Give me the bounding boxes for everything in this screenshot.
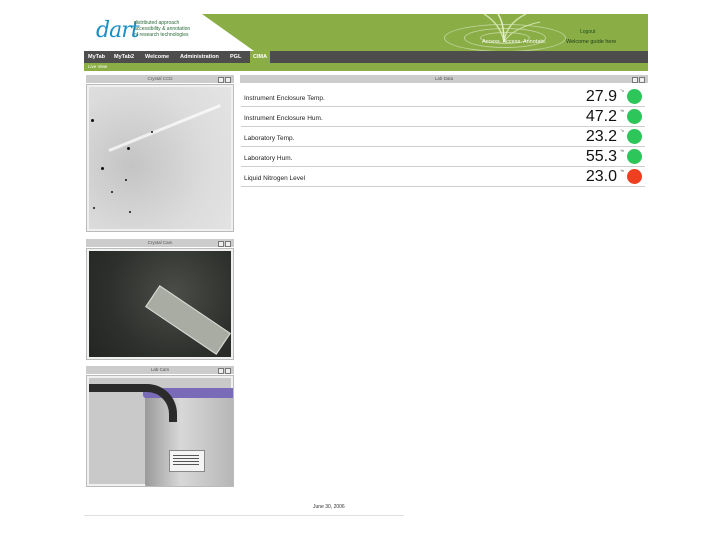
logout-link[interactable]: Logout [580,29,595,35]
tab-administration[interactable]: Administration [180,51,219,63]
status-row-enclosure-temp: Instrument Enclosure Temp. 27.9 °c [241,86,645,107]
row-label: Instrument Enclosure Temp. [244,95,325,102]
minimize-icon[interactable] [632,77,638,83]
row-unit: % [620,168,624,173]
lab-cam-panel-title: Lab Cam [150,367,170,372]
view-label[interactable]: Live View [88,64,107,69]
ccd-panel-body [86,84,234,232]
header-banner: dart distributed approach accessibility … [84,14,648,51]
row-label: Laboratory Hum. [244,155,293,162]
status-indicator-icon [627,129,642,144]
row-unit: °c [620,128,624,133]
tab-mytab[interactable]: MyTab [88,51,105,63]
sub-toolbar: Live View [84,63,648,71]
minimize-icon[interactable] [218,241,224,247]
tab-mytab2[interactable]: MyTab2 [114,51,134,63]
tab-welcome[interactable]: Welcome [145,51,169,63]
row-unit: % [620,148,624,153]
status-indicator-icon [627,169,642,184]
crystal-cam-panel-header: Crystal Cam [86,239,234,247]
diffraction-image [89,87,231,229]
lab-data-panel-header: Lab Data [240,75,648,83]
maximize-icon[interactable] [225,241,231,247]
crystal-cam-panel-title: Crystal Cam [147,240,173,245]
logo-tagline: distributed approach accessibility & ann… [134,20,191,38]
tab-bar: MyTab MyTab2 Welcome Administration PGL … [84,51,648,63]
footer-divider [84,515,404,516]
crystal-loop [145,285,231,355]
lab-cam-panel-body [86,375,234,487]
row-value: 27.9 [585,88,617,105]
maximize-icon[interactable] [225,368,231,374]
tagline: Access. Access. Annotate. [482,39,547,45]
row-label: Instrument Enclosure Hum. [244,115,323,122]
logo-area: dart distributed approach accessibility … [84,14,254,51]
minimize-icon[interactable] [218,368,224,374]
minimize-icon[interactable] [218,77,224,83]
row-label: Liquid Nitrogen Level [244,175,306,182]
status-indicator-icon [627,149,642,164]
tab-pgl[interactable]: PGL [230,51,241,63]
lab-data-panel-title: Lab Data [434,76,454,81]
row-value: 55.3 [585,148,617,165]
logo: dart [96,18,140,43]
ccd-panel-header: Crystal CCD [86,75,234,83]
beam-streak [108,104,221,152]
status-indicator-icon [627,109,642,124]
ccd-panel-title: Crystal CCD [147,76,173,81]
hose [89,384,177,422]
crystal-cam-image [89,251,231,357]
status-row-lab-hum: Laboratory Hum. 55.3 % [241,146,645,167]
status-row-lab-temp: Laboratory Temp. 23.2 °c [241,126,645,147]
row-value: 23.0 [585,168,617,185]
lab-cam-image [89,378,233,486]
row-value: 47.2 [585,108,617,125]
status-indicator-icon [627,89,642,104]
row-value: 23.2 [585,128,617,145]
status-row-nitrogen: Liquid Nitrogen Level 23.0 % [241,166,645,187]
welcome-link[interactable]: Welcome guide here [566,39,616,45]
tank-label [169,450,205,472]
row-unit: % [620,108,624,113]
maximize-icon[interactable] [639,77,645,83]
row-label: Laboratory Temp. [244,135,295,142]
maximize-icon[interactable] [225,77,231,83]
row-unit: °c [620,88,624,93]
footer-date: June 30, 2006 [313,504,345,510]
status-row-enclosure-hum: Instrument Enclosure Hum. 47.2 % [241,106,645,127]
crystal-cam-panel-body [86,248,234,360]
tab-cima[interactable]: CIMA [250,51,271,63]
lab-cam-panel-header: Lab Cam [86,366,234,374]
